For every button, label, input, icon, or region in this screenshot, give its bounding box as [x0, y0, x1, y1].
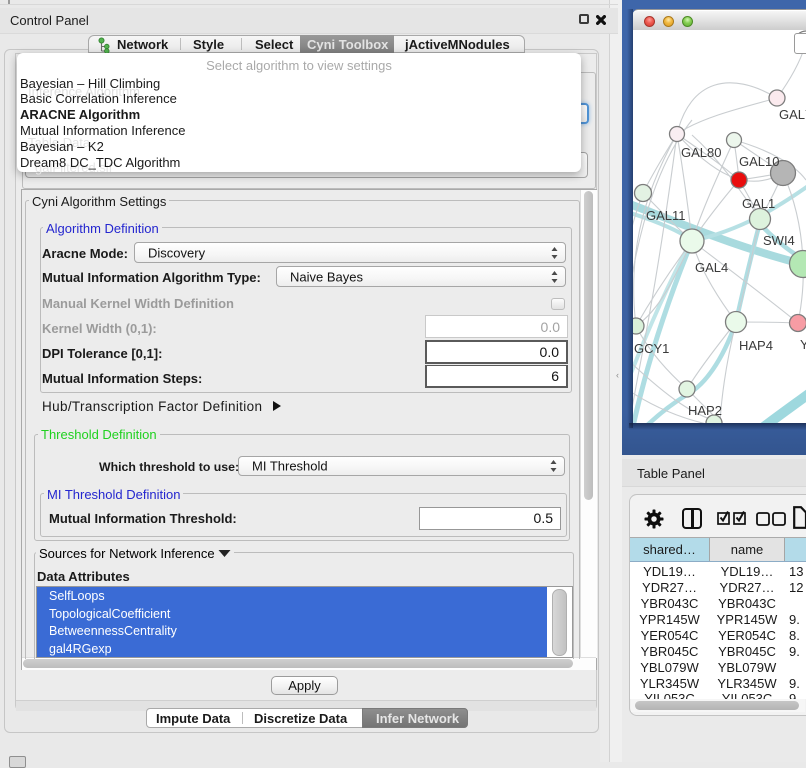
- svg-text:HAP4: HAP4: [739, 338, 773, 353]
- svg-text:GAL4: GAL4: [695, 260, 728, 275]
- svg-text:GAL7: GAL7: [779, 107, 806, 122]
- svg-text:SWI4: SWI4: [763, 233, 795, 248]
- svg-text:HAP2: HAP2: [688, 403, 722, 418]
- svg-text:GCY1: GCY1: [634, 341, 669, 356]
- svg-text:GAL11: GAL11: [646, 208, 686, 223]
- svg-text:YJ: YJ: [800, 337, 806, 352]
- svg-text:GAL10: GAL10: [739, 154, 779, 169]
- svg-text:GAL80: GAL80: [681, 145, 721, 160]
- svg-text:GAL1: GAL1: [742, 196, 775, 211]
